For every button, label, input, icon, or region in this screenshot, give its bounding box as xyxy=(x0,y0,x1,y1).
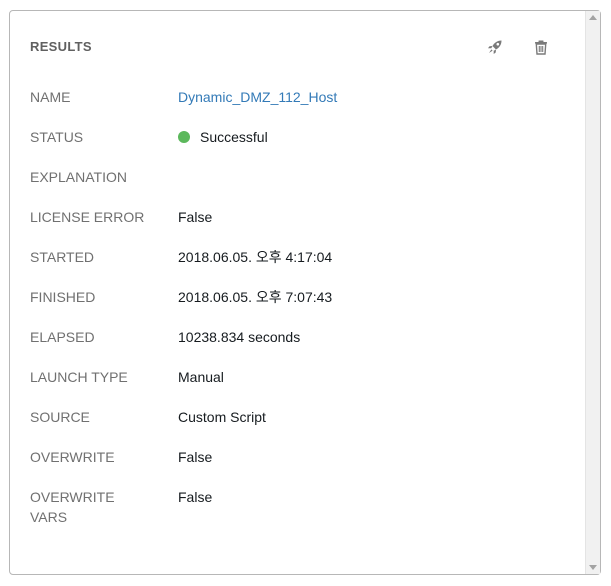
status-label: STATUS xyxy=(30,129,84,145)
vertical-scrollbar[interactable] xyxy=(585,11,600,574)
name-label: NAME xyxy=(30,89,71,105)
overwrite-vars-value: False xyxy=(178,489,213,505)
overwrite-label: OVERWRITE xyxy=(30,449,115,465)
launch-type-value: Manual xyxy=(178,369,224,385)
status-text: Successful xyxy=(200,129,268,145)
scroll-down-icon[interactable] xyxy=(589,565,597,570)
name-link[interactable]: Dynamic_DMZ_112_Host xyxy=(178,87,337,107)
source-label: SOURCE xyxy=(30,409,90,425)
panel-title: RESULTS xyxy=(30,39,92,54)
overwrite-vars-label: OVERWRITE VARS xyxy=(30,487,150,527)
started-label: STARTED xyxy=(30,249,95,265)
results-panel: RESULTS NAME Dynamic_DMZ_112_Host STATUS… xyxy=(9,10,601,575)
started-value: 2018.06.05. 오후 4:17:04 xyxy=(178,249,333,265)
finished-label: FINISHED xyxy=(30,289,96,305)
overwrite-value: False xyxy=(178,449,213,465)
license-error-value: False xyxy=(178,209,213,225)
overwrite-vars-label-line1: OVERWRITE xyxy=(30,489,115,505)
status-success-icon xyxy=(178,131,190,143)
overwrite-vars-label-line2: VARS xyxy=(30,509,68,525)
explanation-label: EXPLANATION xyxy=(30,169,127,185)
status-value: Successful xyxy=(178,127,268,147)
finished-value: 2018.06.05. 오후 7:07:43 xyxy=(178,289,333,305)
license-error-label: LICENSE ERROR xyxy=(30,209,145,225)
elapsed-value: 10238.834 seconds xyxy=(178,329,301,345)
scroll-up-icon[interactable] xyxy=(589,15,597,20)
launch-type-label: LAUNCH TYPE xyxy=(30,369,128,385)
elapsed-label: ELAPSED xyxy=(30,329,95,345)
trash-icon[interactable] xyxy=(532,38,550,56)
rocket-icon[interactable] xyxy=(486,38,504,56)
source-value: Custom Script xyxy=(178,409,266,425)
